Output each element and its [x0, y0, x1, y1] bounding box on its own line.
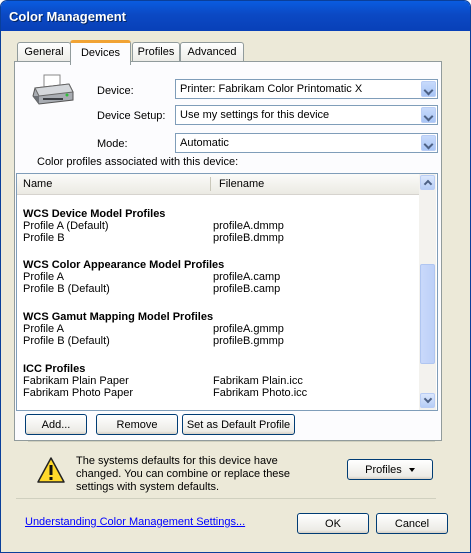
list-item[interactable]: Profile B profileB.dmmp	[23, 232, 413, 244]
profile-name: Fabrikam Photo Paper	[23, 387, 134, 399]
understanding-color-management-link[interactable]: Understanding Color Management Settings.…	[25, 516, 245, 528]
separator	[28, 441, 435, 442]
profile-name: Profile B (Default)	[23, 283, 110, 295]
mode-label: Mode:	[97, 138, 128, 150]
warning-icon	[37, 457, 65, 483]
profiles-button-label: Profiles	[365, 464, 402, 476]
profile-filename: profileB.dmmp	[213, 232, 284, 244]
list-item[interactable]: Fabrikam Photo Paper Fabrikam Photo.icc	[23, 387, 413, 399]
tab-devices[interactable]: Devices	[70, 40, 131, 65]
list-item[interactable]: Profile A (Default) profileA.dmmp	[23, 220, 413, 232]
group-header: WCS Gamut Mapping Model Profiles	[23, 311, 214, 323]
list-item[interactable]: Profile B (Default) profileB.gmmp	[23, 335, 413, 347]
chevron-down-icon[interactable]	[421, 135, 436, 151]
scroll-down-button[interactable]	[420, 393, 435, 408]
ok-button[interactable]: OK	[297, 513, 369, 534]
column-header-name[interactable]: Name	[23, 178, 52, 190]
notice-text-line: The systems defaults for this device hav…	[76, 455, 278, 467]
profile-filename: Fabrikam Plain.icc	[213, 375, 303, 387]
add-button[interactable]: Add...	[25, 414, 87, 435]
chevron-down-icon[interactable]	[421, 107, 436, 123]
tab-general[interactable]: General	[17, 42, 71, 62]
profile-filename: profileA.gmmp	[213, 323, 284, 335]
notice-text-line: settings with system defaults.	[76, 481, 220, 493]
chevron-down-icon[interactable]	[421, 81, 436, 97]
chevron-down-icon	[408, 468, 415, 472]
device-label: Device:	[97, 85, 134, 97]
scroll-up-button[interactable]	[420, 175, 435, 190]
separator	[16, 498, 436, 499]
device-value: Printer: Fabrikam Color Printomatic X	[180, 83, 363, 95]
group-header: WCS Device Model Profiles	[23, 208, 166, 220]
device-setup-value: Use my settings for this device	[180, 109, 330, 121]
mode-combo[interactable]: Automatic	[175, 133, 438, 153]
remove-button[interactable]: Remove	[96, 414, 178, 435]
profile-filename: profileA.dmmp	[213, 220, 284, 232]
list-item[interactable]: Profile A profileA.gmmp	[23, 323, 413, 335]
cancel-button[interactable]: Cancel	[376, 513, 448, 534]
set-default-profile-button[interactable]: Set as Default Profile	[182, 414, 295, 435]
list-scrollbar[interactable]	[419, 174, 436, 410]
list-item[interactable]: Profile A profileA.camp	[23, 271, 413, 283]
profile-name: Profile A	[23, 271, 64, 283]
profile-name: Profile A (Default)	[23, 220, 109, 232]
column-divider[interactable]	[210, 177, 211, 191]
profile-filename: profileB.gmmp	[213, 335, 284, 347]
printer-icon	[32, 74, 74, 105]
mode-value: Automatic	[180, 137, 229, 149]
device-setup-combo[interactable]: Use my settings for this device	[175, 105, 438, 125]
notice-text-line: changed. You can combine or replace thes…	[76, 468, 291, 480]
profile-name: Profile B (Default)	[23, 335, 110, 347]
list-header: Name Filename	[17, 174, 419, 195]
title-bar[interactable]: Color Management	[1, 1, 470, 31]
list-item[interactable]: Profile B (Default) profileB.camp	[23, 283, 413, 295]
profile-filename: profileB.camp	[213, 283, 281, 295]
group-header: ICC Profiles	[23, 363, 86, 375]
profile-filename: profileA.camp	[213, 271, 281, 283]
tab-advanced[interactable]: Advanced	[180, 42, 244, 62]
tab-profiles[interactable]: Profiles	[132, 42, 180, 62]
column-header-filename[interactable]: Filename	[219, 178, 264, 190]
dialog-client: General Devices Profiles Advanced Device…	[4, 31, 467, 549]
profile-name: Fabrikam Plain Paper	[23, 375, 129, 387]
profiles-list[interactable]: Name Filename WCS Device Model Profiles …	[16, 173, 438, 411]
profiles-dropdown-button[interactable]: Profiles	[347, 459, 433, 480]
profile-filename: Fabrikam Photo.icc	[213, 387, 308, 399]
list-item[interactable]: Fabrikam Plain Paper Fabrikam Plain.icc	[23, 375, 413, 387]
group-header: WCS Color Appearance Model Profiles	[23, 259, 225, 271]
scroll-thumb[interactable]	[420, 264, 435, 364]
device-combo[interactable]: Printer: Fabrikam Color Printomatic X	[175, 79, 438, 99]
color-management-window: Color Management General Devices Profile…	[0, 0, 471, 553]
profile-name: Profile B	[23, 232, 65, 244]
profiles-list-caption: Color profiles associated with this devi…	[37, 156, 239, 168]
profile-name: Profile A	[23, 323, 64, 335]
device-setup-label: Device Setup:	[97, 110, 166, 122]
window-title: Color Management	[9, 9, 127, 24]
